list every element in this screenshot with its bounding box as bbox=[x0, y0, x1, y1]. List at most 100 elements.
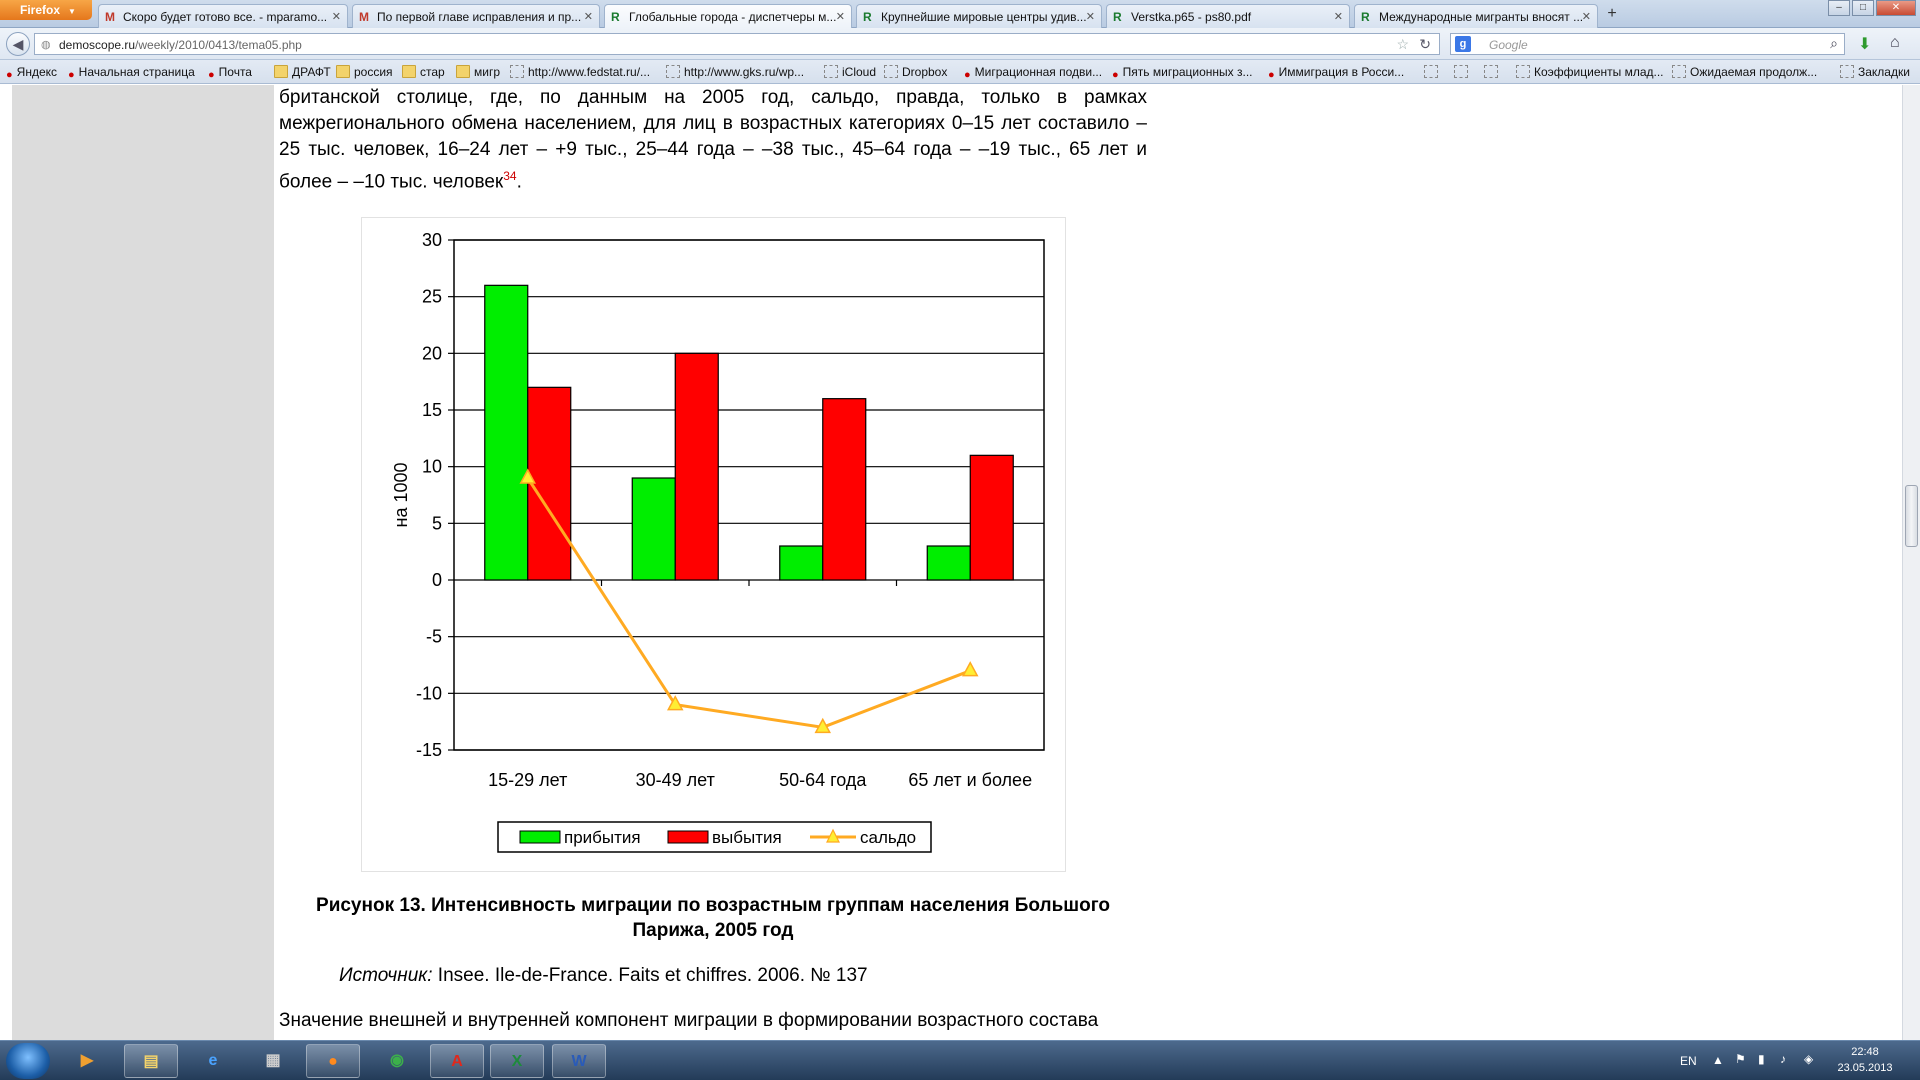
volume-icon[interactable]: ♪ bbox=[1780, 1052, 1786, 1066]
y-tick-label: 20 bbox=[422, 343, 442, 363]
back-button[interactable]: ◀ bbox=[6, 32, 30, 56]
tab-close-icon[interactable]: ✕ bbox=[1334, 10, 1343, 23]
word-taskbar-icon[interactable]: W bbox=[552, 1044, 606, 1078]
browser-tab[interactable]: M Скоро будет готово все. - mparamo... ✕ bbox=[98, 4, 348, 28]
bookmark-favicon-icon bbox=[1516, 65, 1530, 78]
new-tab-button[interactable]: + bbox=[1600, 5, 1624, 27]
close-window-button[interactable]: ✕ bbox=[1876, 0, 1916, 16]
url-bar[interactable]: ◍ demoscope.ru/weekly/2010/0413/tema05.p… bbox=[34, 33, 1440, 55]
bookmark-item[interactable]: Ожидаемая продолж... bbox=[1672, 65, 1817, 79]
clock-date: 23.05.2013 bbox=[1837, 1062, 1893, 1074]
folder-icon bbox=[336, 65, 350, 78]
tab-title: По первой главе исправления и пр... bbox=[377, 10, 582, 24]
paragraph-top: британской столице, где, по данным на 20… bbox=[279, 85, 1147, 195]
x-category-label: 65 лет и более bbox=[908, 770, 1032, 790]
bookmark-item[interactable]: мигр bbox=[456, 65, 500, 79]
bookmark-item[interactable]: iCloud bbox=[824, 65, 876, 79]
bookmark-label: Почта bbox=[218, 65, 252, 79]
y-tick-label: 30 bbox=[422, 230, 442, 250]
source-label: Источник: bbox=[339, 965, 433, 986]
bookmark-star-icon[interactable]: ☆ bbox=[1396, 36, 1409, 53]
bookmark-item[interactable]: ● Почта bbox=[208, 65, 252, 82]
tray-expand-icon[interactable]: ▲ bbox=[1712, 1053, 1724, 1067]
legend-label: сальдо bbox=[860, 828, 916, 847]
network-icon[interactable]: ▮ bbox=[1758, 1052, 1765, 1066]
chrome-taskbar-icon[interactable]: ◉ bbox=[370, 1044, 424, 1078]
bookmark-item[interactable]: ДРАФТ bbox=[274, 65, 331, 79]
bookmark-label: Закладки bbox=[1858, 65, 1910, 79]
tab-close-icon[interactable]: ✕ bbox=[1086, 10, 1095, 23]
google-engine-icon[interactable]: g bbox=[1455, 36, 1471, 52]
search-bar[interactable]: g Google ⌕ bbox=[1450, 33, 1845, 55]
bookmark-item[interactable]: ● Пять миграционных з... bbox=[1112, 65, 1253, 82]
bookmark-item[interactable] bbox=[1484, 65, 1502, 79]
bookmark-item[interactable]: Коэффициенты млад... bbox=[1516, 65, 1664, 79]
firefox-menu-label: Firefox bbox=[20, 3, 61, 17]
tab-title: Международные мигранты вносят ... bbox=[1379, 10, 1584, 24]
site-identity-icon[interactable]: ◍ bbox=[41, 38, 51, 51]
browser-tab[interactable]: M По первой главе исправления и пр... ✕ bbox=[352, 4, 600, 28]
bookmark-label: стар bbox=[420, 65, 445, 79]
firefox-menu-button[interactable]: Firefox ▼ bbox=[0, 0, 92, 20]
paragraph-bottom: Значение внешней и внутренней компонент … bbox=[279, 1010, 1099, 1031]
bookmark-favicon-icon: ● bbox=[1268, 69, 1275, 81]
bookmark-item[interactable] bbox=[1454, 65, 1472, 79]
media-player-taskbar-icon[interactable]: ▶ bbox=[60, 1044, 114, 1078]
bookmark-item[interactable]: http://www.fedstat.ru/... bbox=[510, 65, 650, 79]
bookmark-favicon-icon bbox=[824, 65, 838, 78]
browser-tab[interactable]: R Крупнейшие мировые центры удив... ✕ bbox=[856, 4, 1102, 28]
tab-close-icon[interactable]: ✕ bbox=[1582, 10, 1591, 23]
dropbox-tray-icon[interactable]: ◈ bbox=[1804, 1052, 1813, 1066]
browser-tab[interactable]: R Глобальные города - диспетчеры м... ✕ bbox=[604, 4, 852, 28]
minimize-button[interactable]: – bbox=[1828, 0, 1850, 16]
ie-taskbar-icon[interactable]: e bbox=[186, 1044, 240, 1078]
footnote-link[interactable]: 34 bbox=[503, 169, 516, 183]
system-clock[interactable]: 22:48 23.05.2013 bbox=[1830, 1044, 1900, 1076]
language-indicator[interactable]: EN bbox=[1680, 1054, 1697, 1068]
excel-taskbar-icon[interactable]: X bbox=[490, 1044, 544, 1078]
y-tick-label: 25 bbox=[422, 287, 442, 307]
bookmark-item[interactable]: стар bbox=[402, 65, 445, 79]
browser-tab[interactable]: R Verstka.p65 - ps80.pdf ✕ bbox=[1106, 4, 1350, 28]
tab-close-icon[interactable]: ✕ bbox=[836, 10, 845, 23]
bookmark-item[interactable]: ● Иммиграция в Росси... bbox=[1268, 65, 1404, 82]
acrobat-taskbar-icon[interactable]: A bbox=[430, 1044, 484, 1078]
bookmark-label: Миграционная подви... bbox=[974, 65, 1103, 79]
bookmark-label: Ожидаемая продолж... bbox=[1690, 65, 1818, 79]
tab-close-icon[interactable]: ✕ bbox=[332, 10, 341, 23]
x-category-label: 15-29 лет bbox=[488, 770, 567, 790]
vertical-scrollbar[interactable] bbox=[1902, 85, 1920, 1040]
maximize-button[interactable]: □ bbox=[1852, 0, 1874, 16]
y-tick-label: -10 bbox=[416, 683, 442, 703]
y-tick-label: 5 bbox=[432, 513, 442, 533]
firefox-taskbar-icon[interactable]: ● bbox=[306, 1044, 360, 1078]
home-icon[interactable]: ⌂ bbox=[1890, 34, 1900, 52]
bookmark-item[interactable] bbox=[1424, 65, 1442, 79]
download-icon[interactable]: ⬇ bbox=[1858, 34, 1871, 54]
bookmark-label: Dropbox bbox=[902, 65, 948, 79]
page-content: британской столице, где, по данным на 20… bbox=[0, 85, 1920, 1040]
tab-favicon-icon: M bbox=[359, 10, 369, 24]
search-icon[interactable]: ⌕ bbox=[1830, 35, 1838, 52]
action-center-flag-icon[interactable]: ⚑ bbox=[1735, 1052, 1746, 1066]
bookmark-item[interactable]: http://www.gks.ru/wp... bbox=[666, 65, 804, 79]
legend-swatch bbox=[667, 830, 709, 844]
tab-title: Крупнейшие мировые центры удив... bbox=[881, 10, 1087, 24]
browser-tab[interactable]: R Международные мигранты вносят ... ✕ bbox=[1354, 4, 1598, 28]
scrollbar-thumb[interactable] bbox=[1905, 485, 1918, 547]
reload-icon[interactable]: ↻ bbox=[1419, 36, 1431, 53]
migration-chart: 30 25 20 15 10 5 0 -5 -10 -15 на 1000 15-29 лет 30-4… bbox=[391, 230, 1045, 853]
bookmark-item[interactable]: россия bbox=[336, 65, 393, 79]
tab-close-icon[interactable]: ✕ bbox=[584, 10, 593, 23]
legend-swatch bbox=[519, 830, 561, 844]
bookmark-item[interactable]: ● Яндекс bbox=[6, 65, 57, 82]
printer-taskbar-icon[interactable]: ▦ bbox=[246, 1044, 300, 1078]
bookmark-item[interactable]: Закладки bbox=[1840, 65, 1910, 79]
start-button[interactable] bbox=[6, 1043, 50, 1079]
bookmark-favicon-icon bbox=[1454, 65, 1468, 78]
bookmark-item[interactable]: ● Начальная страница bbox=[68, 65, 195, 82]
left-sidebar-background bbox=[12, 85, 274, 1040]
explorer-taskbar-icon[interactable]: ▤ bbox=[124, 1044, 178, 1078]
bookmark-item[interactable]: ● Миграционная подви... bbox=[964, 65, 1102, 82]
bookmark-item[interactable]: Dropbox bbox=[884, 65, 947, 79]
